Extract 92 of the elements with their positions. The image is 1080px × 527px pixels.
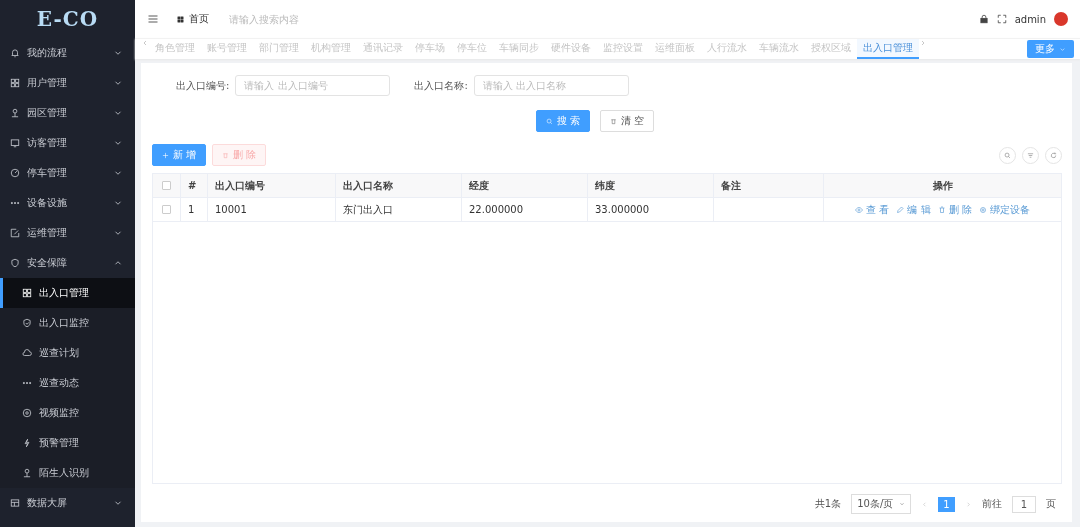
trash-icon: [222, 151, 230, 159]
chevron-right-icon: [964, 500, 972, 508]
menu-item[interactable]: 运维管理: [0, 218, 135, 248]
screen-icon: [10, 498, 20, 508]
table-cell: 东门出入口: [336, 198, 462, 221]
column-header: 出入口编号: [208, 174, 336, 197]
menu-item[interactable]: 访客管理: [0, 128, 135, 158]
page-suffix: 页: [1046, 497, 1056, 511]
column-header: 备注: [714, 174, 824, 197]
table-cell: 33.000000: [588, 198, 714, 221]
submenu-item[interactable]: 巡查动态: [0, 368, 135, 398]
menu-icon: [147, 13, 159, 25]
fullscreen-icon: [996, 14, 1007, 24]
grid-icon: [10, 78, 20, 88]
field-label: 出入口名称:: [414, 78, 468, 93]
submenu-item[interactable]: 陌生人识别: [0, 458, 135, 488]
monitor-icon: [10, 138, 20, 148]
search-field[interactable]: 请输入搜索内容: [227, 12, 361, 26]
checkbox[interactable]: [162, 205, 171, 214]
column-header: 纬度: [588, 174, 714, 197]
chevron-left-icon: [141, 39, 149, 47]
action-link[interactable]: 绑定设备: [978, 202, 1030, 217]
list-icon: [1027, 151, 1034, 159]
table-cell: 10001: [208, 198, 336, 221]
search-icon: [1004, 151, 1011, 159]
cloud-icon: [22, 348, 32, 358]
submenu-item[interactable]: 出入口管理: [0, 278, 135, 308]
chevron-down-icon: [1059, 45, 1066, 53]
submenu-item[interactable]: 出入口监控: [0, 308, 135, 338]
menu-item[interactable]: 停车管理: [0, 158, 135, 188]
person-icon: [22, 468, 32, 478]
field-label: 出入口编号:: [176, 78, 230, 93]
page-number[interactable]: 1: [938, 496, 955, 512]
logo: E-CO: [36, 7, 99, 31]
plus-icon: [162, 151, 169, 159]
more-button[interactable]: 更多: [1027, 40, 1074, 58]
add-button[interactable]: 新 增: [152, 144, 207, 166]
menu-item[interactable]: 安全保障: [0, 248, 135, 278]
shield-icon: [10, 258, 20, 268]
grid-icon: [177, 15, 184, 23]
action-link[interactable]: 查 看: [855, 202, 890, 217]
gear-icon: [978, 205, 987, 214]
column-header: 经度: [462, 174, 588, 197]
edit-icon: [10, 228, 20, 238]
trash-icon: [609, 117, 617, 125]
bolt-icon: [22, 438, 32, 448]
avatar[interactable]: [1054, 12, 1068, 26]
input-field[interactable]: 请输入 出入口编号: [235, 75, 391, 96]
table-cell: 22.000000: [462, 198, 588, 221]
page-size-select[interactable]: 10条/页: [851, 494, 912, 514]
grid-icon: [22, 288, 32, 298]
action-link[interactable]: 删 除: [937, 202, 972, 217]
columns-button[interactable]: [1022, 146, 1039, 164]
tab[interactable]: 出入口管理: [857, 39, 919, 59]
search-button[interactable]: 搜 索: [535, 110, 590, 132]
input-field[interactable]: 请输入 出入口名称: [473, 75, 629, 96]
chevron-left-icon: [921, 500, 929, 508]
action-link[interactable]: 编 辑: [896, 202, 931, 217]
table-cell: 1: [181, 198, 208, 221]
column-header: 操作: [931, 178, 954, 193]
lock-icon: [978, 14, 989, 24]
column-header: #: [181, 174, 208, 197]
menu-item[interactable]: 用户管理: [0, 68, 135, 98]
clear-button[interactable]: 清 空: [599, 110, 654, 132]
refresh-icon: [1050, 151, 1057, 159]
pen-icon: [896, 205, 905, 214]
trash-icon: [937, 205, 946, 214]
eye-icon: [855, 205, 864, 214]
checkbox[interactable]: [162, 181, 171, 190]
menu-item[interactable]: 园区管理: [0, 98, 135, 128]
menu-item[interactable]: 我的流程: [0, 38, 135, 68]
search-icon: [545, 117, 553, 125]
menu-item[interactable]: 设备设施: [0, 188, 135, 218]
menu-item[interactable]: 数据大屏: [0, 488, 135, 518]
total-count: 共1条: [814, 497, 842, 511]
submenu-item[interactable]: 巡查计划: [0, 338, 135, 368]
username[interactable]: admin: [1014, 13, 1046, 25]
refresh-button[interactable]: [1045, 146, 1062, 164]
chevron-right-icon: [919, 39, 927, 47]
person-icon: [10, 108, 20, 118]
camera-icon: [22, 408, 32, 418]
submenu-item[interactable]: 视频监控: [0, 398, 135, 428]
page-input[interactable]: 1: [1011, 495, 1036, 513]
bell-icon: [10, 48, 20, 58]
submenu-item[interactable]: 预警管理: [0, 428, 135, 458]
search-toggle-button[interactable]: [999, 146, 1016, 164]
column-header: 出入口名称: [336, 174, 462, 197]
shield-check-icon: [22, 318, 32, 328]
gauge-icon: [10, 168, 20, 178]
goto-label: 前往: [981, 497, 1002, 511]
chevron-down-icon: [899, 501, 906, 507]
breadcrumb-link[interactable]: 首页: [189, 12, 209, 26]
